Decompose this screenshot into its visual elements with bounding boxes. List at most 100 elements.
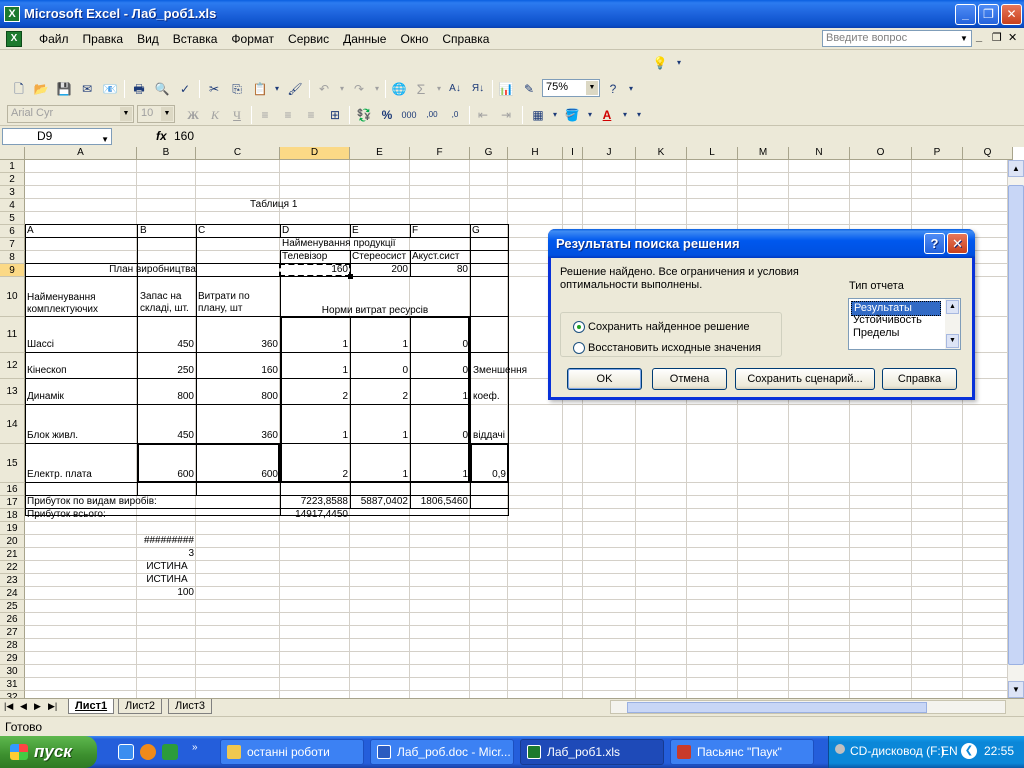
restore-button[interactable]: ❐: [978, 4, 999, 25]
horizontal-scrollbar[interactable]: [610, 700, 1006, 714]
borders-icon[interactable]: ▦: [529, 106, 547, 124]
row-header-23[interactable]: 23: [0, 574, 25, 587]
row-header-29[interactable]: 29: [0, 652, 25, 665]
chart-wizard-icon[interactable]: 📊: [497, 80, 515, 98]
column-header-j[interactable]: J: [583, 147, 636, 160]
first-sheet-icon[interactable]: |◀: [4, 701, 13, 712]
cell-d11[interactable]: 1: [280, 339, 350, 351]
column-header-b[interactable]: B: [137, 147, 196, 160]
cell-a12[interactable]: Кінескоп: [25, 365, 69, 377]
start-button[interactable]: пуск: [0, 736, 97, 768]
cell-c6[interactable]: C: [196, 225, 207, 237]
fill-color-dropdown-icon[interactable]: ▾: [581, 106, 599, 124]
vertical-scroll-thumb[interactable]: [1008, 185, 1024, 665]
currency-icon[interactable]: 💱: [355, 106, 373, 124]
column-header-p[interactable]: P: [912, 147, 963, 160]
ask-question-input[interactable]: Введите вопрос: [822, 30, 972, 47]
column-header-f[interactable]: F: [410, 147, 470, 160]
cell-g6[interactable]: G: [470, 225, 482, 237]
next-sheet-icon[interactable]: ▶: [34, 701, 41, 712]
toolbar-options-icon[interactable]: ▾: [630, 106, 648, 124]
row-header-4[interactable]: 4: [0, 199, 25, 212]
cell-c11[interactable]: 360: [196, 339, 280, 351]
column-header-m[interactable]: M: [738, 147, 789, 160]
column-header-c[interactable]: C: [196, 147, 280, 160]
select-all-corner[interactable]: [0, 147, 25, 160]
column-header-q[interactable]: Q: [963, 147, 1013, 160]
undo-dropdown-icon[interactable]: ▾: [333, 80, 351, 98]
align-center-icon[interactable]: ≡: [279, 106, 297, 124]
cell-a10[interactable]: Найменування комплектуючих: [25, 292, 137, 316]
align-right-icon[interactable]: ≡: [302, 106, 320, 124]
cell-b23[interactable]: ИСТИНА: [138, 574, 196, 586]
cell-e8[interactable]: Стереосист: [350, 251, 408, 263]
report-type-sensitivity[interactable]: Устойчивость: [851, 314, 941, 327]
cell-a14[interactable]: Блок живл.: [25, 430, 80, 442]
column-header-n[interactable]: N: [789, 147, 850, 160]
cell-a15[interactable]: Електр. плата: [25, 469, 94, 481]
language-switch-icon[interactable]: ❮: [961, 743, 977, 759]
row-header-11[interactable]: 11: [0, 317, 25, 353]
menu-data[interactable]: Данные: [336, 32, 393, 46]
cell-d12[interactable]: 1: [280, 365, 350, 377]
borders-dropdown-icon[interactable]: ▾: [546, 106, 564, 124]
column-header-o[interactable]: O: [850, 147, 912, 160]
row-header-30[interactable]: 30: [0, 665, 25, 678]
row-header-32[interactable]: 32: [0, 691, 25, 698]
increase-indent-icon[interactable]: ⇥: [497, 106, 515, 124]
close-button[interactable]: ✕: [1001, 4, 1022, 25]
tab-sheet2[interactable]: Лист2: [118, 699, 163, 714]
sort-descending-icon[interactable]: Я↓: [469, 80, 487, 98]
cell-g14[interactable]: віддачі: [471, 430, 507, 442]
ask-dropdown-icon[interactable]: ▼: [960, 34, 968, 43]
cell-f14[interactable]: 0: [410, 430, 470, 442]
list-scroll-down-icon[interactable]: ▼: [946, 334, 959, 348]
column-header-d[interactable]: D: [280, 147, 350, 160]
open-icon[interactable]: 📂: [32, 80, 50, 98]
print-icon[interactable]: 🖶: [130, 80, 148, 98]
cell-d7[interactable]: Найменування продукції: [280, 238, 398, 250]
row-header-27[interactable]: 27: [0, 626, 25, 639]
cell-b13[interactable]: 800: [138, 391, 196, 403]
menu-insert[interactable]: Вставка: [166, 32, 225, 46]
cell-e17[interactable]: 5887,0402: [350, 496, 410, 508]
format-painter-icon[interactable]: 🖌: [286, 80, 304, 98]
column-header-k[interactable]: K: [636, 147, 687, 160]
sort-ascending-icon[interactable]: A↓: [446, 80, 464, 98]
cell-d9[interactable]: 160: [280, 264, 350, 276]
italic-icon[interactable]: К: [206, 106, 224, 124]
lightbulb-icon[interactable]: 💡: [651, 54, 669, 72]
row-header-26[interactable]: 26: [0, 613, 25, 626]
row-header-16[interactable]: 16: [0, 483, 25, 496]
cell-b20[interactable]: #########: [138, 535, 196, 547]
font-name-dropdown-icon[interactable]: ▼: [120, 107, 132, 121]
merge-center-icon[interactable]: ⊞: [326, 106, 344, 124]
row-header-21[interactable]: 21: [0, 548, 25, 561]
cell-g12[interactable]: Зменшення: [471, 365, 529, 377]
cell-b24[interactable]: 100: [138, 587, 196, 599]
language-indicator[interactable]: EN: [941, 744, 958, 758]
align-left-icon[interactable]: ≡: [256, 106, 274, 124]
cell-b6[interactable]: B: [138, 225, 149, 237]
menu-edit[interactable]: Правка: [76, 32, 131, 46]
email-icon[interactable]: 📧: [101, 80, 119, 98]
cell-b22[interactable]: ИСТИНА: [138, 561, 196, 573]
cancel-button[interactable]: Отмена: [652, 368, 727, 390]
dialog-close-icon[interactable]: ✕: [947, 233, 968, 254]
cell-f17[interactable]: 1806,5460: [410, 496, 470, 508]
quicklaunch-more-icon[interactable]: »: [192, 742, 198, 753]
cell-b11[interactable]: 450: [138, 339, 196, 351]
menu-help[interactable]: Справка: [435, 32, 496, 46]
cell-f6[interactable]: F: [410, 225, 420, 237]
vertical-scrollbar[interactable]: ▲ ▼: [1007, 160, 1024, 698]
save-icon[interactable]: 💾: [55, 80, 73, 98]
print-preview-icon[interactable]: 🔍: [153, 80, 171, 98]
cell-c14[interactable]: 360: [196, 430, 280, 442]
fill-color-icon[interactable]: 🪣: [563, 106, 581, 124]
cell-c15[interactable]: 600: [196, 469, 280, 481]
cell-b15[interactable]: 600: [138, 469, 196, 481]
cell-e12[interactable]: 0: [350, 365, 410, 377]
row-header-6[interactable]: 6: [0, 225, 25, 238]
doc-minimize-icon[interactable]: _: [976, 31, 982, 43]
row-header-3[interactable]: 3: [0, 186, 25, 199]
